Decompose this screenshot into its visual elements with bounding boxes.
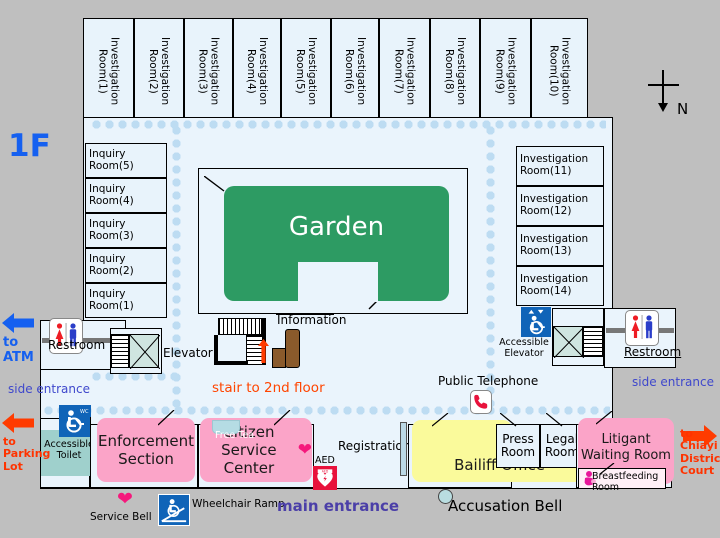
information-label: Information [277,313,347,327]
room-investigation-6[interactable]: Investigation Room(6) [331,18,379,118]
room-investigation-12[interactable]: Investigation Room(12) [516,186,604,226]
restroom-right-icon [625,310,659,346]
wheelchair-ramp-label: Wheelchair Ramp [192,498,285,510]
wheelchair-ramp-icon [158,494,190,526]
to-chiayi-district-court-label: toChiayiDistrictCourt [680,427,720,477]
accusation-bell-label: Accusation Bell [448,497,563,515]
room-investigation-1[interactable]: Investigation Room(1) [83,18,134,118]
stairs-structure [214,318,280,368]
press-room-leader-line [499,412,518,427]
to-parking-lot-label: to Parking Lot [3,435,51,473]
room-inquiry-3[interactable]: Inquiry Room(3) [85,213,167,248]
restroom-left-label: Restroom [48,338,106,352]
breastfeeding-room-label: Breastfeeding Room [592,471,659,493]
room-investigation-13[interactable]: Investigation Room(13) [516,226,604,266]
room-inquiry-4[interactable]: Inquiry Room(4) [85,178,167,213]
compass-horizontal-bar [648,84,679,86]
aed-icon: AED [313,466,337,490]
side-entrance-right-label: side entrance [632,375,714,389]
free-tea-label: Free Tea [215,430,255,441]
stair-treads-upper [218,318,262,335]
room-investigation-9[interactable]: Investigation Room(9) [480,18,531,118]
room-investigation-3[interactable]: Investigation Room(3) [184,18,233,118]
compass: N [645,70,705,130]
room-investigation-7[interactable]: Investigation Room(7) [379,18,430,118]
accessible-elevator-icon [521,307,551,337]
partition-line-3 [90,417,91,425]
stair-to-2nd-floor-label: stair to 2nd floor [212,380,325,396]
information-desk-tall [285,329,300,368]
citizen-service-center-leader-line [273,409,292,426]
partition-line-1 [90,424,91,488]
compass-north-label: N [677,100,689,118]
investigation-room-stack-right: Investigation Room(11) Investigation Roo… [516,146,604,306]
accessible-elevator-label: Accessible Elevator [499,337,549,359]
stair-wall-bottom [214,361,248,365]
legal-room-leader-line [545,412,564,427]
inquiry-room-stack: Inquiry Room(5) Inquiry Room(4) Inquiry … [85,143,167,318]
service-bell-heart-icon: ❤ [117,488,133,510]
partition-line-2 [408,424,409,488]
room-investigation-2[interactable]: Investigation Room(2) [134,18,184,118]
floor-plan-1f: Investigation Room(1) Investigation Room… [0,0,720,538]
to-parking-lot-arrow-icon [2,412,34,434]
corridor-dots-east [484,124,497,414]
elevator-left-label: Elevator [163,346,213,360]
bailiff-office-leader-line [431,412,450,427]
accessible-toilet-icon: WC [59,405,91,437]
investigation-room-strip-top: Investigation Room(1) Investigation Room… [83,18,606,118]
garden-notch-line-left [203,175,226,192]
corridor-dots-top [90,118,606,131]
svg-text:WC: WC [80,409,89,415]
press-room[interactable]: Press Room [496,424,540,468]
room-investigation-11[interactable]: Investigation Room(11) [516,146,604,186]
garden-cutout [298,262,378,302]
enforcement-section-block[interactable]: Enforcement Section [97,418,195,482]
room-inquiry-1[interactable]: Inquiry Room(1) [85,283,167,318]
room-investigation-8[interactable]: Investigation Room(8) [430,18,480,118]
room-investigation-4[interactable]: Investigation Room(4) [233,18,281,118]
aed-label: AED [315,455,335,466]
room-investigation-5[interactable]: Investigation Room(5) [281,18,331,118]
to-atm-label: to ATM [3,335,34,365]
breastfeeding-room-leader-line [599,460,616,475]
room-investigation-10[interactable]: Investigation Room(10) [531,18,588,118]
elevator-left-car [129,334,160,369]
wall-west-upper [83,117,84,321]
public-telephone-label: Public Telephone [438,374,539,388]
to-atm-arrow-icon [2,312,34,334]
registration-counter [400,422,407,476]
restroom-right-label: Restroom [624,345,682,359]
heart-icon: ❤ [297,439,312,460]
public-telephone-icon [470,390,492,414]
elevator-left-shaft-stripes [111,334,129,368]
corridor-dots-bottom [42,404,610,417]
room-investigation-14[interactable]: Investigation Room(14) [516,266,604,306]
stair-up-arrow-icon [258,339,269,363]
side-entrance-left-label: side entrance [8,382,90,396]
enforcement-section-leader-line [157,409,176,426]
compass-arrowhead-icon [658,103,668,112]
accessible-elevator-car [553,326,584,358]
main-entrance-label: main entrance [277,497,400,515]
accessible-elevator-shaft-stripes [583,326,603,357]
service-bell-label: Service Bell [90,511,152,523]
room-inquiry-2[interactable]: Inquiry Room(2) [85,248,167,283]
litigant-waiting-room-leader-line [595,410,614,425]
floor-label: 1F [8,128,51,164]
room-inquiry-5[interactable]: Inquiry Room(5) [85,143,167,178]
information-desk-short [272,348,286,368]
